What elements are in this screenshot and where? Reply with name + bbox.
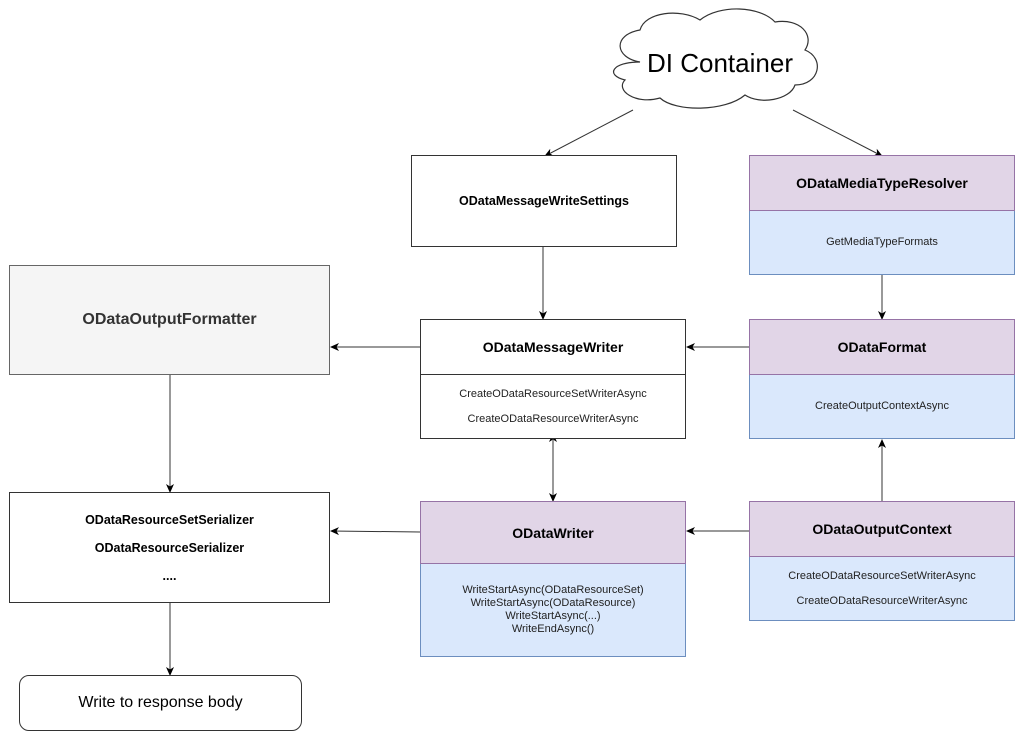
edge-di-to-write-settings [544,109,634,157]
method-item: WriteStartAsync(ODataResource) [470,597,636,609]
di-container-label: DI Container [647,48,793,78]
node-methods: CreateODataResourceSetWriterAsync Create… [420,375,686,439]
node-methods: CreateOutputContextAsync [749,375,1015,439]
node-title: ODataOutputFormatter [82,311,257,328]
node-title: ODataOutputContext [812,521,952,537]
method-item: WriteEndAsync() [511,623,595,635]
method-item: GetMediaTypeFormats [826,236,938,248]
method-item: CreateODataResourceWriterAsync [467,412,639,425]
node-title: ODataWriter [512,524,594,541]
node-header: ODataMessageWriter [420,319,686,375]
method-item: WriteStartAsync(...) [505,610,601,622]
method-item: CreateOutputContextAsync [815,400,949,412]
serializer-item: ODataResourceSerializer [94,540,245,555]
node-odata-message-write-settings[interactable]: ODataMessageWriteSettings [411,155,677,247]
node-title: ODataMessageWriter [482,339,624,355]
node-header: ODataMediaTypeResolver [749,155,1015,211]
node-odata-media-type-resolver[interactable]: ODataMediaTypeResolver GetMediaTypeForma… [749,155,1015,275]
node-serializers[interactable]: ODataResourceSetSerializer ODataResource… [9,492,330,603]
node-odata-format[interactable]: ODataFormat CreateOutputContextAsync [749,319,1015,439]
method-item: CreateODataResourceWriterAsync [796,594,968,607]
edge-di-to-media-type-resolver [792,109,883,157]
node-methods: GetMediaTypeFormats [749,211,1015,275]
node-header: ODataWriter [420,501,686,564]
method-item: CreateODataResourceSetWriterAsync [788,569,976,582]
node-methods: WriteStartAsync(ODataResourceSet) WriteS… [420,564,686,657]
node-odata-output-formatter[interactable]: ODataOutputFormatter [9,265,330,375]
node-title: ODataMediaTypeResolver [796,175,968,191]
node-title: ODataMessageWriteSettings [459,194,629,208]
method-item: WriteStartAsync(ODataResourceSet) [462,584,644,596]
node-odata-output-context[interactable]: ODataOutputContext CreateODataResourceSe… [749,501,1015,621]
node-odata-writer[interactable]: ODataWriter WriteStartAsync(ODataResourc… [420,501,686,657]
node-methods: CreateODataResourceSetWriterAsync Create… [749,557,1015,621]
method-item: CreateODataResourceSetWriterAsync [459,387,647,400]
node-header: ODataFormat [749,319,1015,375]
node-header: ODataOutputContext [749,501,1015,557]
node-odata-message-writer[interactable]: ODataMessageWriter CreateODataResourceSe… [420,319,686,439]
node-write-to-response-body[interactable]: Write to response body [19,675,302,731]
node-title: Write to response body [78,694,243,711]
serializer-item: .... [162,568,177,583]
node-title: ODataFormat [837,339,927,355]
edge-odata-writer-to-serializers [330,527,421,536]
serializer-item: ODataResourceSetSerializer [85,512,254,527]
